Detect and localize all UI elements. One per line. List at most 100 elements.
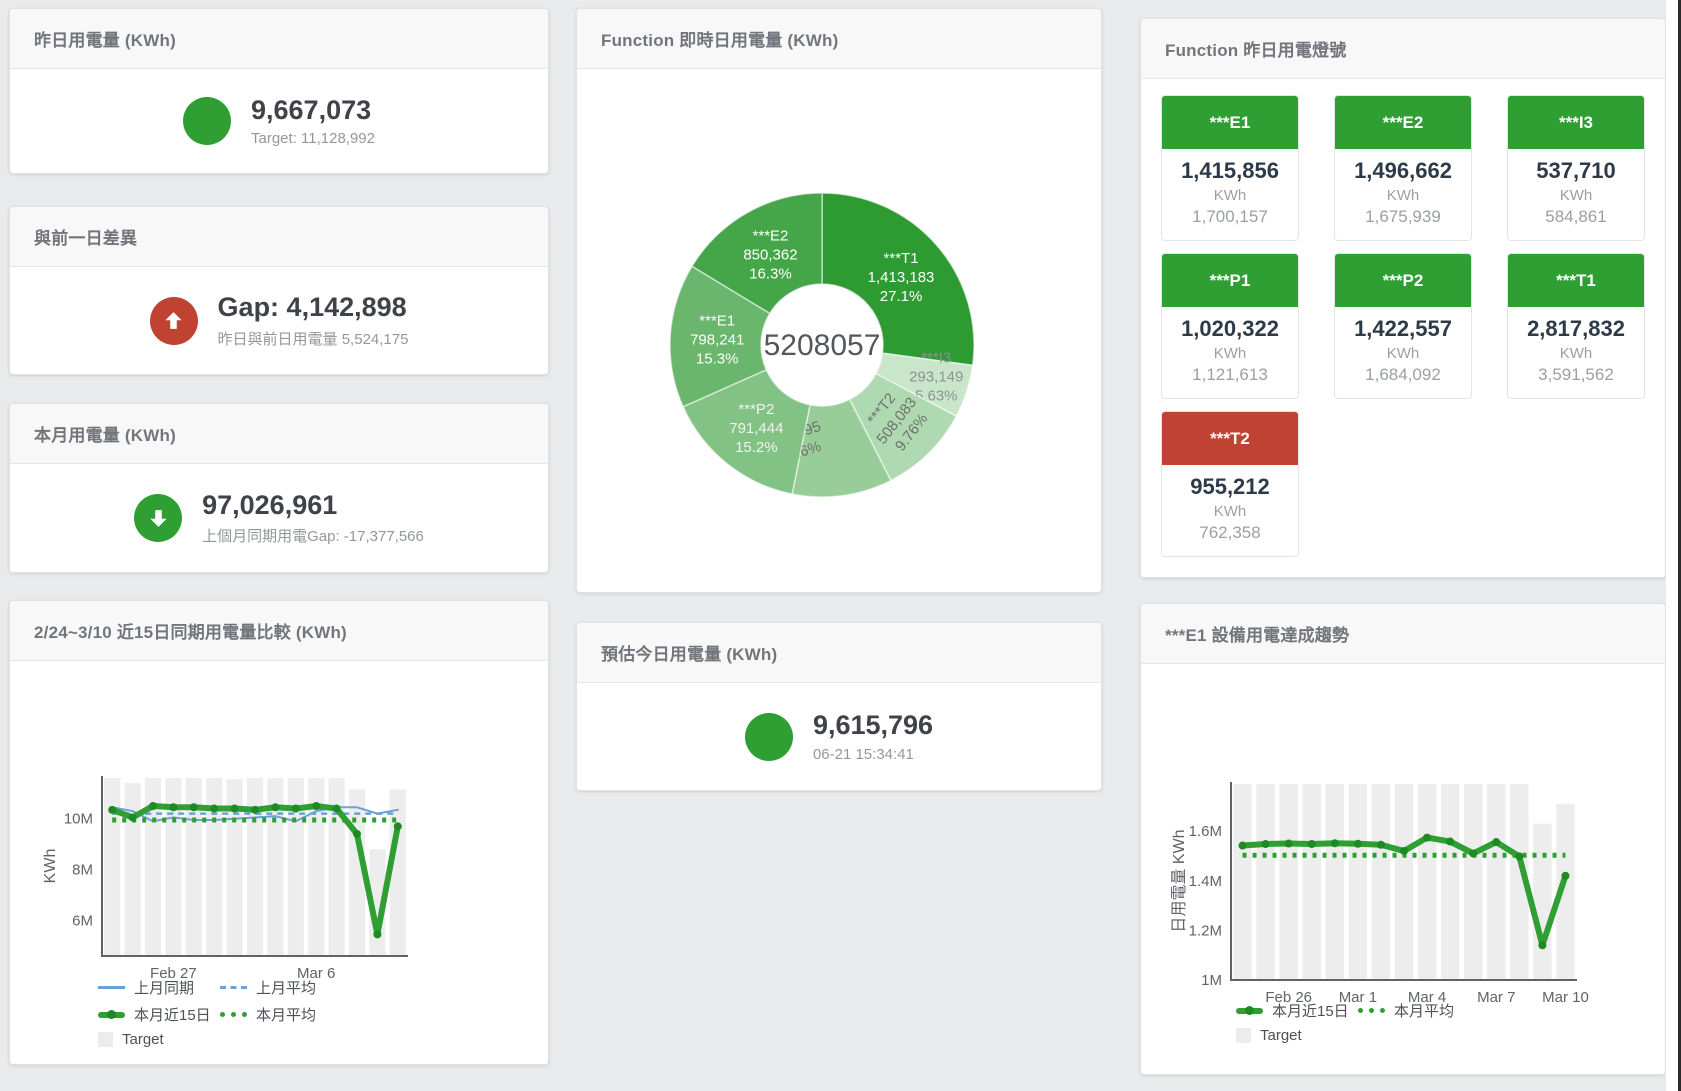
device-tile-header: ***P1 bbox=[1162, 254, 1298, 307]
device-tile-header: ***P2 bbox=[1335, 254, 1471, 307]
y-axis-label: KWh bbox=[42, 849, 59, 884]
data-point bbox=[353, 830, 361, 838]
card-compare-header: 2/24~3/10 近15日同期用電量比較 (KWh) bbox=[10, 601, 548, 661]
card-compare-body: 6M8M10MFeb 27Mar 6KWh 上月同期 上月平均本月近15日 本月平均… bbox=[10, 661, 548, 1064]
target-bar bbox=[1533, 824, 1551, 980]
tile-value: 955,212 bbox=[1166, 474, 1294, 500]
legend-label: Target bbox=[122, 1031, 164, 1048]
legend-item-上月同期[interactable]: 上月同期 bbox=[98, 977, 220, 998]
tile-value: 1,415,856 bbox=[1166, 158, 1294, 184]
arrow-up-circle-icon bbox=[150, 297, 198, 345]
card-donut-header: Function 即時日用電量 (KWh) bbox=[577, 9, 1101, 69]
card-month-header: 本月用電量 (KWh) bbox=[10, 404, 548, 464]
month-gap-label: 上個月同期用電Gap: -17,377,566 bbox=[202, 525, 424, 546]
legend-item-Target[interactable]: Target bbox=[98, 1031, 164, 1048]
day-gap-value: Gap: 4,142,898 bbox=[218, 292, 409, 323]
legend-label: 上月同期 bbox=[134, 977, 194, 998]
tile-value: 1,422,557 bbox=[1339, 316, 1467, 342]
device-tile-I3: ***I3537,710KWh584,861 bbox=[1507, 95, 1645, 241]
device-tile-header: ***E1 bbox=[1162, 96, 1298, 149]
legend-item-本月平均[interactable]: 本月平均 bbox=[1358, 1000, 1454, 1021]
estimate-value: 9,615,796 bbox=[813, 710, 933, 741]
tile-value: 1,020,322 bbox=[1166, 316, 1294, 342]
y-axis-label: 日用電量 KWh bbox=[1171, 829, 1188, 932]
target-bar bbox=[1349, 784, 1367, 980]
y-tick-label: 1.4M bbox=[1189, 873, 1222, 890]
tile-target: 762,358 bbox=[1166, 523, 1294, 543]
tile-target: 1,121,613 bbox=[1166, 365, 1294, 385]
card-estimate-header: 預估今日用電量 (KWh) bbox=[577, 623, 1101, 683]
stat-block: 97,026,961 上個月同期用電Gap: -17,377,566 bbox=[202, 490, 424, 546]
tile-unit: KWh bbox=[1339, 345, 1467, 362]
data-point bbox=[108, 806, 116, 814]
device-tile-header: ***I3 bbox=[1508, 96, 1644, 149]
legend-label: Target bbox=[1260, 1027, 1302, 1044]
data-point bbox=[169, 803, 177, 811]
device-tile-body: 1,496,662KWh1,675,939 bbox=[1335, 149, 1471, 240]
data-point bbox=[1285, 840, 1293, 848]
target-bar bbox=[1418, 784, 1436, 980]
legend-item-Target[interactable]: Target bbox=[1236, 1027, 1302, 1044]
legend-label: 本月近15日 bbox=[1272, 1000, 1349, 1021]
comparison-line-chart: 6M8M10MFeb 27Mar 6KWh bbox=[40, 768, 420, 988]
y-tick-label: 1M bbox=[1201, 972, 1222, 989]
card-lights-header: Function 昨日用電燈號 bbox=[1141, 19, 1665, 79]
estimate-timestamp: 06-21 15:34:41 bbox=[813, 746, 933, 763]
data-point bbox=[149, 802, 157, 810]
trend-legend: 本月近15日本月平均 Target bbox=[1236, 1000, 1454, 1050]
legend-item-上月平均[interactable]: 上月平均 bbox=[220, 977, 316, 998]
tile-target: 584,861 bbox=[1512, 207, 1640, 227]
card-compare-title: 2/24~3/10 近15日同期用電量比較 (KWh) bbox=[34, 618, 347, 643]
data-point bbox=[1561, 872, 1569, 880]
tile-unit: KWh bbox=[1166, 187, 1294, 204]
month-value: 97,026,961 bbox=[202, 490, 424, 521]
tile-unit: KWh bbox=[1512, 345, 1640, 362]
device-tile-P1: ***P11,020,322KWh1,121,613 bbox=[1161, 253, 1299, 399]
card-status-lights: Function 昨日用電燈號 ***E11,415,856KWh1,700,1… bbox=[1140, 18, 1666, 578]
data-point bbox=[231, 805, 239, 813]
data-point bbox=[1469, 849, 1477, 857]
data-point bbox=[1538, 941, 1546, 949]
tile-value: 1,496,662 bbox=[1339, 158, 1467, 184]
card-month-title: 本月用電量 (KWh) bbox=[34, 421, 176, 446]
energy-dashboard: 昨日用電量 (KWh) 9,667,073 Target: 11,128,992… bbox=[0, 0, 1681, 1091]
data-point bbox=[271, 803, 279, 811]
y-tick-label: 1.2M bbox=[1189, 922, 1222, 939]
legend-swatch-box-icon bbox=[98, 1032, 113, 1047]
card-month-usage: 本月用電量 (KWh) 97,026,961 上個月同期用電Gap: -17,3… bbox=[9, 403, 549, 573]
legend-item-本月近15日[interactable]: 本月近15日 bbox=[98, 1004, 220, 1025]
legend-item-本月近15日[interactable]: 本月近15日 bbox=[1236, 1000, 1358, 1021]
data-point bbox=[1377, 841, 1385, 849]
yesterday-value: 9,667,073 bbox=[251, 95, 375, 126]
data-point bbox=[1515, 852, 1523, 860]
tile-unit: KWh bbox=[1339, 187, 1467, 204]
target-bar bbox=[1303, 784, 1321, 980]
data-point bbox=[190, 803, 198, 811]
device-tile-T1: ***T12,817,832KWh3,591,562 bbox=[1507, 253, 1645, 399]
target-bar bbox=[1464, 784, 1482, 980]
scrollbar[interactable] bbox=[1666, 0, 1678, 1091]
x-tick-label: Mar 10 bbox=[1542, 989, 1589, 1006]
card-compare-chart: 2/24~3/10 近15日同期用電量比較 (KWh) 6M8M10MFeb 2… bbox=[9, 600, 549, 1065]
status-circle-icon bbox=[183, 97, 231, 145]
target-bar bbox=[1441, 784, 1459, 980]
target-bar bbox=[1326, 784, 1344, 980]
legend-label: 本月平均 bbox=[256, 1004, 316, 1025]
data-point bbox=[1423, 834, 1431, 842]
legend-swatch-thick-icon bbox=[98, 1012, 125, 1018]
y-tick-label: 1.6M bbox=[1189, 823, 1222, 840]
legend-row: Target bbox=[1236, 1027, 1454, 1044]
card-trend-header: ***E1 設備用電達成趨勢 bbox=[1141, 604, 1665, 664]
data-point bbox=[1308, 840, 1316, 848]
target-bar bbox=[104, 778, 120, 956]
device-tile-E2: ***E21,496,662KWh1,675,939 bbox=[1334, 95, 1472, 241]
card-realtime-donut: Function 即時日用電量 (KWh) ***T11,413,18327.1… bbox=[576, 8, 1102, 593]
target-bar bbox=[1487, 784, 1505, 980]
data-point bbox=[333, 805, 341, 813]
y-tick-label: 6M bbox=[72, 912, 93, 929]
legend-swatch-dot bbox=[1245, 1006, 1254, 1015]
stat-block: 9,667,073 Target: 11,128,992 bbox=[251, 95, 375, 147]
stat-block: 9,615,796 06-21 15:34:41 bbox=[813, 710, 933, 762]
device-tile-T2: ***T2955,212KWh762,358 bbox=[1161, 411, 1299, 557]
legend-item-本月平均[interactable]: 本月平均 bbox=[220, 1004, 316, 1025]
